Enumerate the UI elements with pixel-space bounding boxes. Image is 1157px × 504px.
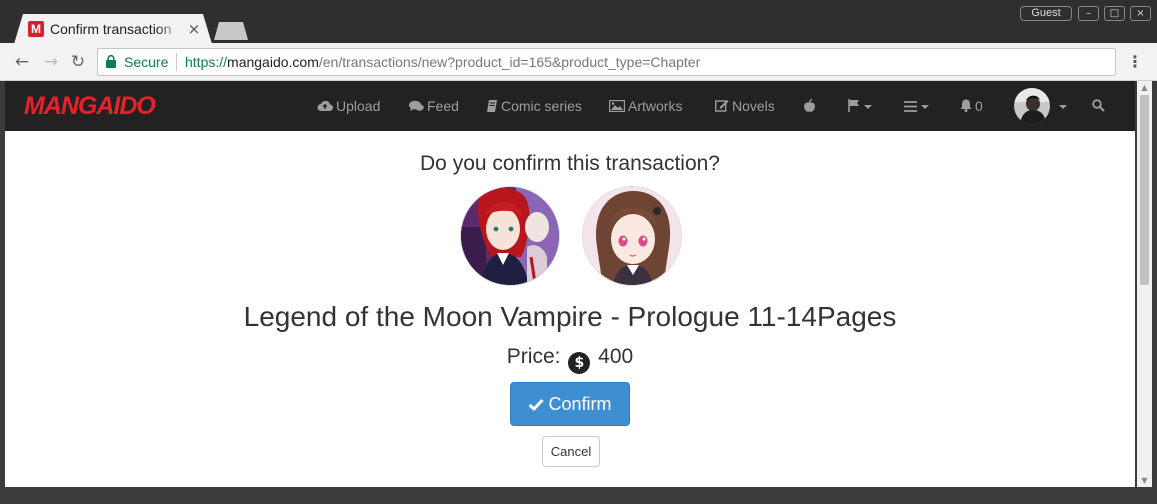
dollar-coin-icon: $ bbox=[568, 352, 591, 374]
scroll-up-icon[interactable]: ▲ bbox=[1140, 83, 1149, 92]
close-window-icon[interactable]: × bbox=[1130, 6, 1151, 21]
secure-label: Secure bbox=[124, 54, 169, 70]
apple-icon bbox=[804, 98, 815, 112]
profile-button[interactable]: Guest bbox=[1020, 6, 1072, 21]
lock-icon bbox=[106, 55, 116, 68]
site-navbar: MANGAIDO Upload Feed Comic series Artwor… bbox=[5, 81, 1135, 131]
confirm-button-label: Confirm bbox=[548, 394, 612, 414]
search-button[interactable] bbox=[1092, 81, 1105, 131]
nav-apple[interactable] bbox=[803, 81, 816, 131]
browser-menu-icon[interactable]: ⋮ bbox=[1127, 52, 1143, 72]
new-tab-button[interactable] bbox=[214, 22, 248, 40]
nav-notifications[interactable]: 0 bbox=[960, 81, 983, 131]
maximize-icon[interactable]: □ bbox=[1104, 6, 1125, 21]
author-avatar-image bbox=[582, 186, 682, 286]
user-avatar[interactable] bbox=[1014, 88, 1050, 124]
nav-novels-label: Novels bbox=[732, 98, 775, 114]
chevron-down-icon bbox=[1059, 105, 1067, 110]
nav-novels[interactable]: Novels bbox=[715, 81, 775, 131]
chevron-down-icon bbox=[864, 105, 872, 110]
nav-comic-series-label: Comic series bbox=[501, 98, 582, 114]
tab-title: Confirm transaction bbox=[50, 21, 172, 37]
page-viewport: MANGAIDO Upload Feed Comic series Artwor… bbox=[5, 81, 1135, 487]
avatar-dropdown[interactable] bbox=[1055, 81, 1067, 131]
nav-menu-dropdown[interactable] bbox=[904, 81, 929, 131]
nav-feed[interactable]: Feed bbox=[409, 81, 459, 131]
book-icon bbox=[487, 100, 497, 112]
site-logo[interactable]: MANGAIDO bbox=[24, 91, 156, 121]
price-row: Price: $ 400 bbox=[5, 344, 1135, 374]
nav-artworks-label: Artworks bbox=[628, 98, 683, 114]
cloud-upload-icon bbox=[317, 100, 333, 112]
comments-icon bbox=[409, 100, 424, 111]
bell-icon bbox=[960, 99, 972, 112]
nav-flag-dropdown[interactable] bbox=[848, 81, 872, 131]
scroll-down-icon[interactable]: ▼ bbox=[1140, 476, 1149, 485]
window-bottom-frame bbox=[0, 487, 1157, 504]
vampire-character-illustration bbox=[461, 187, 559, 285]
chapter-cover-image bbox=[460, 186, 560, 286]
confirm-button[interactable]: Confirm bbox=[510, 382, 630, 426]
scrollbar-thumb[interactable] bbox=[1140, 95, 1149, 285]
search-icon bbox=[1092, 99, 1105, 112]
chevron-down-icon bbox=[921, 105, 929, 110]
flag-icon bbox=[848, 99, 859, 112]
confirm-question: Do you confirm this transaction? bbox=[420, 152, 720, 175]
edit-icon bbox=[715, 100, 729, 112]
url-path: /en/transactions/new?product_id=165&prod… bbox=[318, 54, 701, 70]
reload-icon[interactable]: ↻ bbox=[67, 52, 89, 72]
product-title: Legend of the Moon Vampire - Prologue 11… bbox=[243, 301, 897, 332]
address-divider bbox=[176, 53, 177, 71]
nav-artworks[interactable]: Artworks bbox=[609, 81, 682, 131]
cancel-button[interactable]: Cancel bbox=[542, 436, 600, 467]
anime-girl-illustration bbox=[583, 187, 681, 285]
menu-icon bbox=[904, 101, 917, 112]
avatar bbox=[1014, 88, 1050, 124]
minimize-icon[interactable]: – bbox=[1078, 6, 1099, 21]
notifications-count: 0 bbox=[975, 98, 983, 114]
nav-feed-label: Feed bbox=[427, 98, 459, 114]
tab-favicon-icon: M bbox=[28, 21, 44, 37]
url-text[interactable]: https://mangaido.com/en/transactions/new… bbox=[185, 53, 700, 71]
nav-upload-label: Upload bbox=[336, 98, 381, 114]
url-scheme: https:// bbox=[185, 54, 228, 70]
nav-upload[interactable]: Upload bbox=[317, 81, 380, 131]
price-value: 400 bbox=[598, 345, 634, 368]
nav-comic-series[interactable]: Comic series bbox=[486, 81, 582, 131]
price-label: Price: bbox=[506, 345, 561, 368]
url-host: mangaido.com bbox=[227, 54, 319, 70]
picture-icon bbox=[609, 100, 625, 112]
check-icon bbox=[528, 398, 545, 412]
forward-arrow-icon[interactable]: → bbox=[40, 52, 62, 72]
tab-close-icon[interactable]: × bbox=[186, 20, 202, 38]
back-arrow-icon[interactable]: ← bbox=[11, 52, 33, 72]
